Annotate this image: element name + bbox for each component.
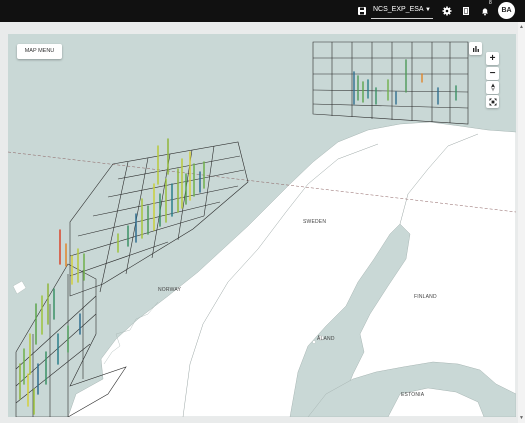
- label-sweden: SWEDEN: [303, 219, 327, 225]
- scrollbar[interactable]: ▲ ▼: [518, 22, 525, 423]
- project-select-value: NCS_EXP_ESA: [373, 6, 424, 13]
- scroll-down-icon[interactable]: ▼: [519, 415, 524, 421]
- wells-barents-sea: [353, 59, 457, 105]
- project-select[interactable]: NCS_EXP_ESA ▼: [371, 3, 433, 19]
- fullscreen-icon: [489, 98, 496, 105]
- scroll-up-icon[interactable]: ▲: [519, 24, 524, 30]
- compass-icon: [490, 83, 495, 92]
- map-menu-button[interactable]: MAP MENU: [17, 44, 62, 59]
- notification-badge: 8: [489, 0, 492, 6]
- book-icon[interactable]: [458, 3, 474, 19]
- label-norway: NORWAY: [158, 287, 182, 293]
- label-estonia: ESTONIA: [401, 392, 425, 398]
- avatar[interactable]: BA: [498, 2, 515, 19]
- top-bar: NCS_EXP_ESA ▼ 8 BA: [0, 0, 525, 22]
- map-view[interactable]: SWEDEN NORWAY FINLAND ÅLAND ESTONIA: [8, 34, 516, 417]
- zoom-in-button[interactable]: +: [486, 52, 499, 65]
- compass-button[interactable]: [486, 81, 499, 94]
- grid-barents-sea: [312, 41, 469, 125]
- zoom-out-button[interactable]: −: [486, 67, 499, 80]
- bar-chart-icon: [472, 45, 479, 52]
- label-finland: FINLAND: [414, 294, 437, 300]
- chevron-down-icon: ▼: [425, 7, 431, 13]
- wells-north-sea: [19, 229, 85, 415]
- layers-chart-button[interactable]: [469, 42, 482, 55]
- fullscreen-button[interactable]: [486, 95, 499, 108]
- map-canvas: [8, 41, 516, 417]
- label-aland: ÅLAND: [317, 336, 335, 342]
- settings-icon[interactable]: [439, 3, 455, 19]
- save-icon[interactable]: [354, 3, 370, 19]
